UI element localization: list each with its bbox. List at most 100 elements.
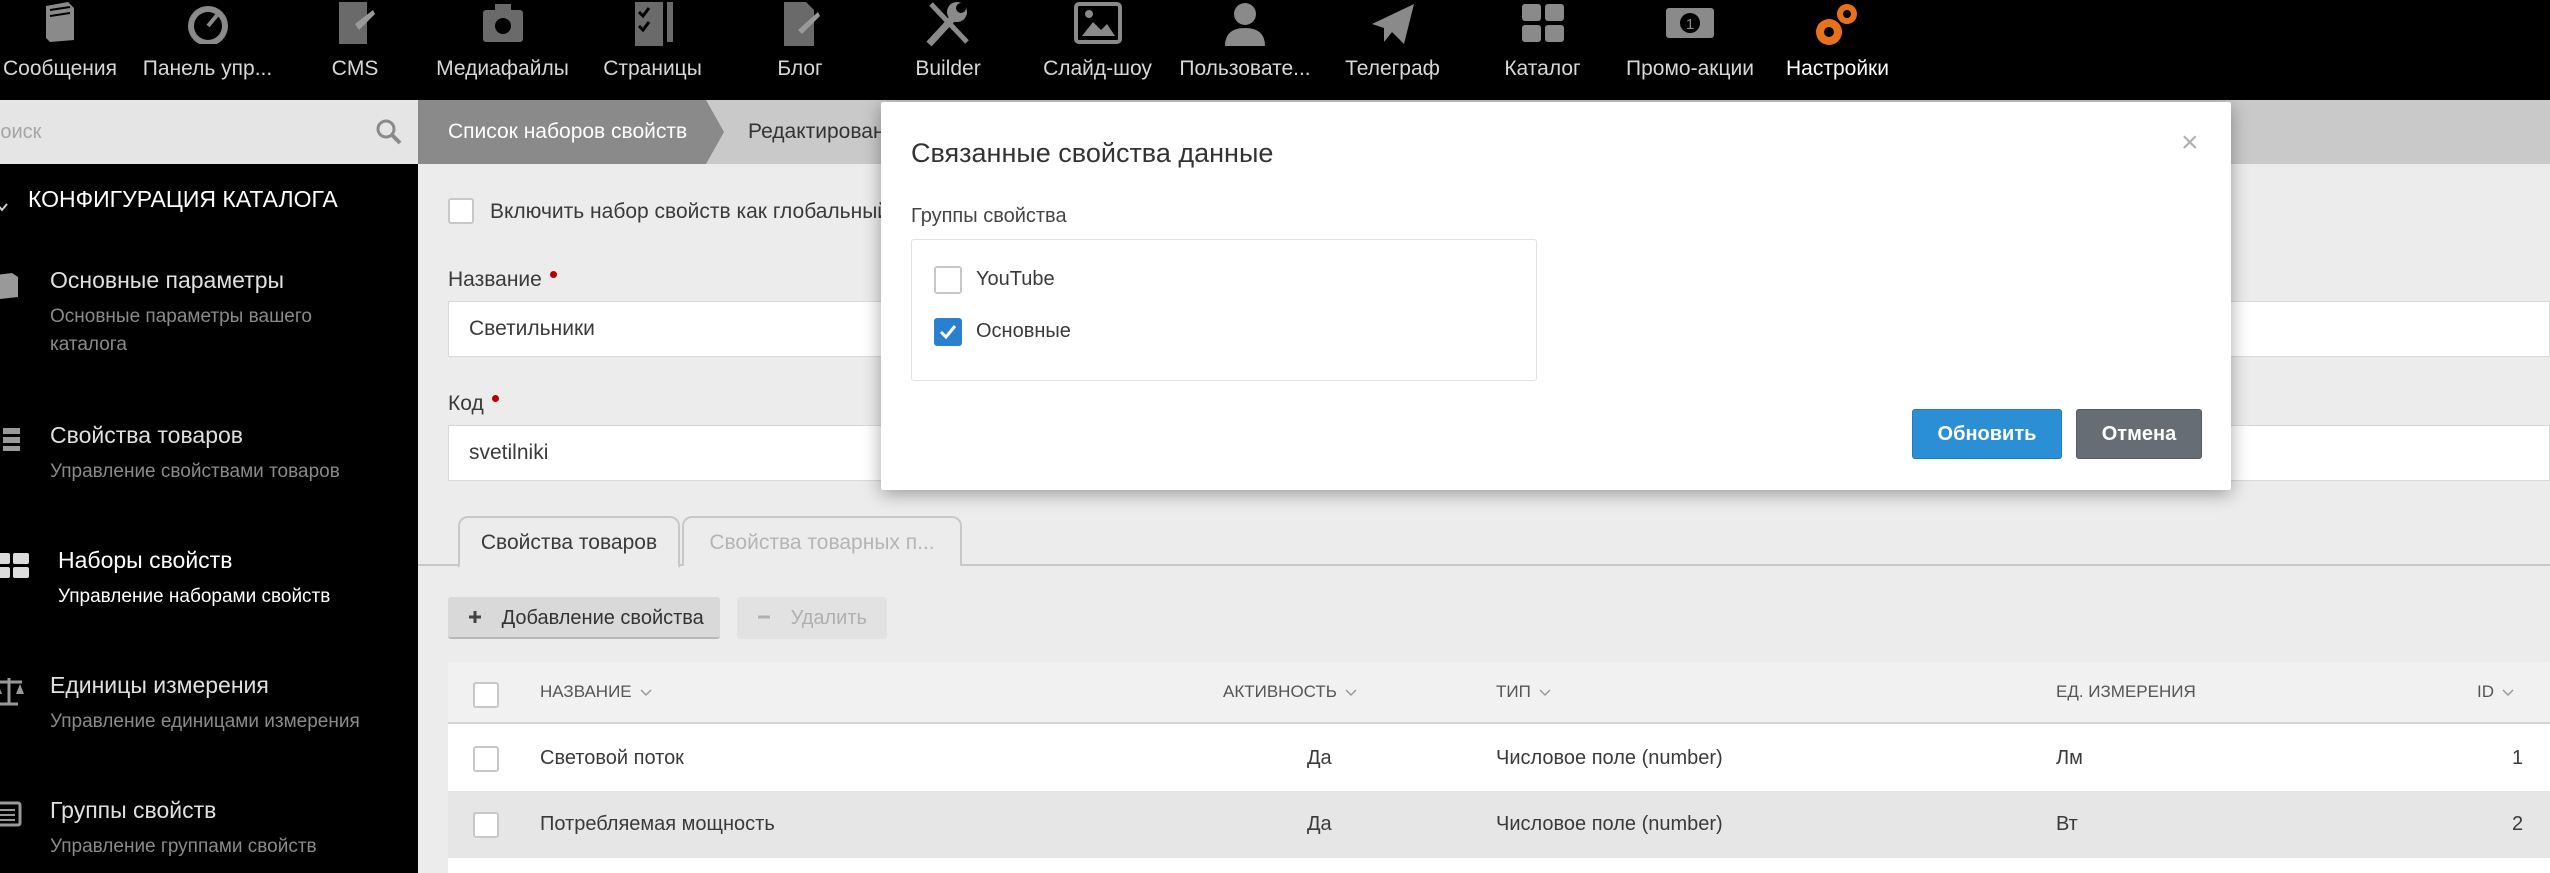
column-header-active[interactable]: АКТИВНОСТЬ bbox=[1223, 682, 1357, 702]
global-set-label: Включить набор свойств как глобальный bbox=[490, 200, 890, 223]
delete-label: Удалить bbox=[790, 607, 867, 629]
chevron-down-icon bbox=[1345, 682, 1357, 702]
nav-label: Промо-акции bbox=[1626, 57, 1754, 80]
nav-item-media[interactable]: Медиафайлы bbox=[430, 0, 575, 100]
nav-item-settings[interactable]: Настройки bbox=[1780, 0, 1895, 100]
chevron-down-icon bbox=[0, 192, 8, 219]
nav-label: Блог bbox=[777, 57, 823, 80]
nav-item-slideshow[interactable]: Слайд-шоу bbox=[1030, 0, 1165, 100]
svg-text:1: 1 bbox=[1686, 16, 1694, 33]
paper-plane-icon bbox=[1368, 0, 1418, 53]
column-title: АКТИВНОСТЬ bbox=[1223, 682, 1337, 701]
option-checkbox[interactable] bbox=[934, 266, 962, 294]
table-row[interactable]: Световой поток Да Числовое поле (number)… bbox=[448, 726, 2550, 792]
row-checkbox[interactable] bbox=[473, 812, 499, 838]
name-label-text: Название bbox=[448, 268, 542, 291]
section-title: КОНФИГУРАЦИЯ КАТАЛОГА bbox=[28, 186, 338, 212]
nav-item-builder[interactable]: Builder bbox=[888, 0, 1008, 100]
grid-icon bbox=[0, 551, 32, 586]
cell-type: Числовое поле (number) bbox=[1496, 747, 1723, 769]
nav-label: Медиафайлы bbox=[436, 57, 569, 80]
code-field-label: Код bbox=[448, 392, 499, 416]
sidebar-item-main-params[interactable]: Основные параметры Основные параметры ва… bbox=[0, 267, 418, 367]
column-header-unit[interactable]: ЕД. ИЗМЕРЕНИЯ bbox=[2056, 682, 2196, 702]
blog-document-icon bbox=[778, 0, 822, 53]
sidebar: КОНФИГУРАЦИЯ КАТАЛОГА Основные параметры… bbox=[0, 100, 418, 873]
nav-label: Каталог bbox=[1504, 57, 1581, 80]
nav-label: Сообщения bbox=[3, 57, 117, 80]
search-icon[interactable] bbox=[376, 119, 402, 150]
cell-active: Да bbox=[1307, 747, 1332, 769]
sidebar-search bbox=[0, 100, 418, 164]
breadcrumb-item-edit: Редактирован bbox=[748, 120, 885, 143]
speedometer-icon bbox=[184, 0, 232, 49]
close-icon[interactable]: × bbox=[2181, 128, 2199, 158]
tab-product-properties[interactable]: Свойства товаров bbox=[458, 516, 680, 568]
delete-button[interactable]: Удалить bbox=[737, 597, 887, 639]
plus-icon bbox=[468, 597, 486, 639]
add-property-button[interactable]: Добавление свойства bbox=[448, 597, 720, 639]
nav-item-messages[interactable]: Сообщения bbox=[0, 0, 120, 100]
required-indicator bbox=[549, 271, 557, 278]
cell-active: Да bbox=[1307, 813, 1332, 835]
row-checkbox[interactable] bbox=[473, 746, 499, 772]
sidebar-item-desc: Управление наборами свойств bbox=[58, 586, 331, 607]
cell-id: 1 bbox=[2512, 747, 2524, 769]
list-alt-icon bbox=[0, 801, 22, 832]
breadcrumb-item-property-sets-list[interactable]: Список наборов свойств bbox=[418, 100, 724, 164]
nav-item-cms[interactable]: CMS bbox=[300, 0, 410, 100]
sidebar-item-desc: Управление группами свойств bbox=[50, 836, 317, 857]
nav-item-telegraph[interactable]: Телеграф bbox=[1335, 0, 1450, 100]
cancel-button[interactable]: Отмена bbox=[2076, 409, 2202, 459]
column-header-id[interactable]: ID bbox=[2477, 682, 2514, 702]
sidebar-item-product-properties[interactable]: Свойства товаров Управление свойствами т… bbox=[0, 422, 418, 492]
media-briefcase-icon bbox=[479, 0, 527, 49]
nav-label: Слайд-шоу bbox=[1043, 57, 1152, 80]
column-header-type[interactable]: ТИП bbox=[1496, 682, 1551, 702]
nav-item-blog[interactable]: Блог bbox=[740, 0, 860, 100]
column-title: ID bbox=[2477, 682, 2494, 701]
gears-icon bbox=[1813, 0, 1863, 53]
column-title: НАЗВАНИЕ bbox=[540, 682, 632, 701]
nav-item-catalog[interactable]: Каталог bbox=[1485, 0, 1600, 100]
nav-label: Телеграф bbox=[1345, 57, 1440, 80]
add-property-label: Добавление свойства bbox=[501, 607, 704, 629]
cms-document-icon bbox=[333, 0, 377, 53]
table-row[interactable]: Потребляемая мощность Да Числовое поле (… bbox=[448, 792, 2550, 858]
sidebar-item-property-sets[interactable]: Наборы свойств Управление наборами свойс… bbox=[0, 547, 418, 617]
sidebar-item-property-groups[interactable]: Группы свойств Управление группами свойс… bbox=[0, 797, 418, 867]
sidebar-item-title: Наборы свойств bbox=[58, 547, 233, 573]
property-groups-list: YouTube Основные bbox=[911, 239, 1537, 381]
minus-icon bbox=[757, 597, 775, 639]
search-input[interactable] bbox=[0, 100, 366, 164]
column-title: ТИП bbox=[1496, 682, 1531, 701]
user-icon bbox=[1222, 0, 1268, 53]
option-checkbox-checked[interactable] bbox=[934, 318, 962, 346]
column-header-name[interactable]: НАЗВАНИЕ bbox=[540, 682, 652, 702]
nav-item-dashboard[interactable]: Панель упр... bbox=[130, 0, 285, 100]
nav-label: Страницы bbox=[603, 57, 702, 80]
name-field-label: Название bbox=[448, 268, 557, 292]
select-all-checkbox[interactable] bbox=[473, 682, 499, 708]
option-label: Основные bbox=[976, 320, 1071, 342]
option-label: YouTube bbox=[976, 268, 1055, 290]
nav-item-pages[interactable]: Страницы bbox=[590, 0, 715, 100]
sidebar-item-title: Единицы измерения bbox=[50, 672, 269, 698]
chevron-down-icon bbox=[640, 682, 652, 702]
sidebar-item-units[interactable]: Единицы измерения Управление единицами и… bbox=[0, 672, 418, 742]
required-indicator bbox=[491, 395, 499, 402]
sidebar-item-desc: Основные параметры вашего каталога bbox=[50, 306, 312, 355]
scales-icon bbox=[0, 676, 26, 711]
cell-type: Числовое поле (number) bbox=[1496, 813, 1723, 835]
linked-properties-modal: Связанные свойства данные × Группы свойс… bbox=[881, 102, 2231, 490]
global-set-checkbox[interactable] bbox=[448, 198, 474, 224]
nav-item-users[interactable]: Пользовате... bbox=[1175, 0, 1315, 100]
checkmark-icon bbox=[939, 325, 957, 340]
update-button[interactable]: Обновить bbox=[1912, 409, 2062, 459]
nav-item-promo[interactable]: 1 Промо-акции bbox=[1620, 0, 1760, 100]
tab-offer-properties[interactable]: Свойства товарных п... bbox=[682, 516, 962, 566]
cell-name: Потребляемая мощность bbox=[540, 813, 775, 835]
nav-label: CMS bbox=[331, 57, 379, 80]
property-groups-label: Группы свойства bbox=[911, 205, 1067, 227]
book-icon bbox=[40, 0, 80, 49]
